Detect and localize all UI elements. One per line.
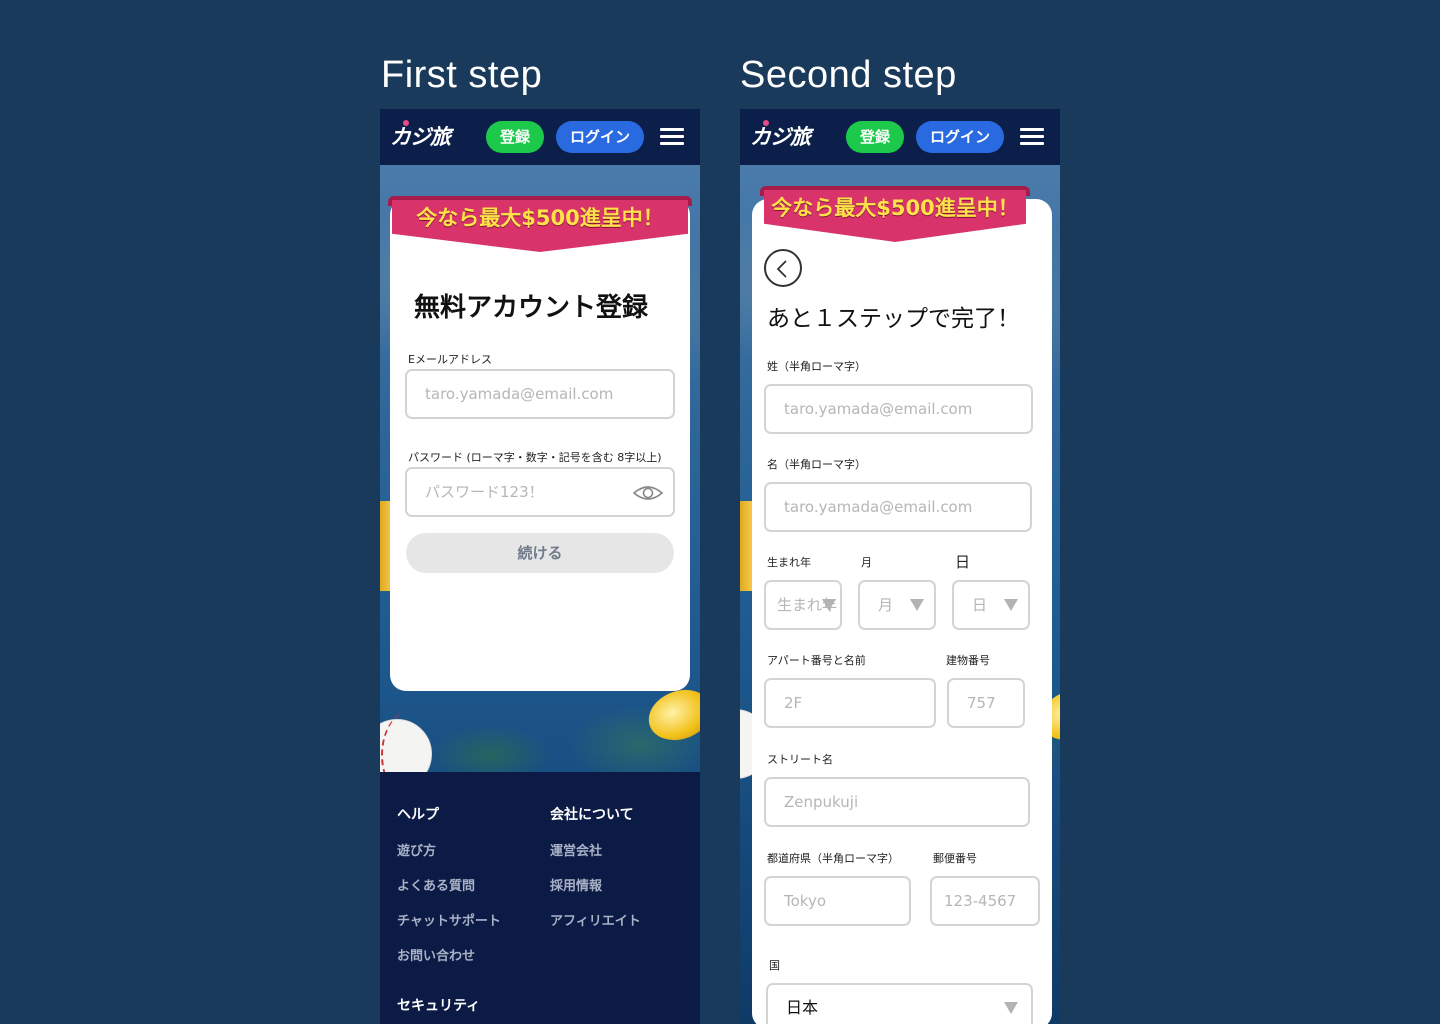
register-button[interactable]: 登録 (486, 121, 544, 153)
footer-link-how-to-play[interactable]: 遊び方 (397, 840, 436, 859)
logo-text: カジ旅 (390, 124, 451, 149)
logo[interactable]: カジ旅 (750, 120, 811, 151)
page-title: あと１ステップで完了！ (767, 306, 1020, 332)
footer-link-careers[interactable]: 採用情報 (550, 875, 602, 894)
postal-code-label: 郵便番号 (933, 852, 977, 865)
apartment-field[interactable]: 2F (764, 678, 936, 728)
chevron-down-icon (1004, 1002, 1018, 1014)
footer-link-affiliate[interactable]: アフィリエイト (550, 910, 641, 929)
continue-button[interactable]: 続ける (406, 533, 674, 573)
month-placeholder: 月 (878, 596, 894, 614)
apartment-label: アパート番号と名前 (767, 654, 866, 667)
last-name-field[interactable]: taro.yamada@email.com (764, 384, 1033, 434)
first-name-field[interactable]: taro.yamada@email.com (764, 482, 1032, 532)
footer-link-faq[interactable]: よくある質問 (397, 875, 475, 894)
first-name-label: 名（半角ローマ字） (767, 458, 866, 471)
password-placeholder: パスワード123！ (425, 483, 544, 501)
month-label: 月 (861, 556, 872, 569)
footer-security-heading: セキュリティ (397, 998, 481, 1014)
register-button[interactable]: 登録 (846, 121, 904, 153)
promo-banner: 今なら最大$500進呈中！ (388, 196, 692, 252)
chevron-down-icon (1004, 599, 1018, 611)
street-field[interactable]: Zenpukuji (764, 777, 1030, 827)
chevron-down-icon (822, 599, 836, 611)
month-select[interactable]: 月 (858, 580, 936, 630)
site-footer: ヘルプ 遊び方 よくある質問 チャットサポート お問い合わせ 会社について 運営… (380, 772, 700, 1024)
app-header: カジ旅 登録 ログイン (740, 109, 1060, 165)
last-name-label: 姓（半角ローマ字） (767, 360, 866, 373)
logo-dot-icon (763, 120, 769, 126)
footer-link-operator[interactable]: 運営会社 (550, 840, 602, 859)
postal-code-field[interactable]: 123-4567 (930, 876, 1040, 926)
promo-banner: 今なら最大$500進呈中！ (760, 186, 1030, 242)
country-value: 日本 (786, 998, 819, 1017)
login-button[interactable]: ログイン (556, 121, 644, 153)
footer-link-chat-support[interactable]: チャットサポート (397, 910, 501, 929)
password-field[interactable]: パスワード123！ (405, 467, 675, 517)
first-step-screen: カジ旅 登録 ログイン 無料アカウント登録 Eメールアドレス taro.yama… (380, 109, 700, 1024)
chevron-down-icon (910, 599, 924, 611)
day-placeholder: 日 (972, 596, 988, 614)
street-label: ストリート名 (767, 753, 833, 766)
prefecture-label: 都道府県（半角ローマ字） (767, 852, 899, 865)
signup-details-card: あと１ステップで完了！ 姓（半角ローマ字） taro.yamada@email.… (752, 199, 1052, 1024)
promo-banner-text: 今なら最大$500進呈中！ (771, 196, 1019, 220)
logo-dot-icon (403, 120, 409, 126)
building-number-field[interactable]: 757 (947, 678, 1025, 728)
footer-link-contact[interactable]: お問い合わせ (397, 945, 475, 964)
password-label: パスワード (ローマ字・数字・記号を含む 8字以上) (408, 451, 662, 464)
second-step-screen: カジ旅 登録 ログイン あと１ステップで完了！ 姓（半角ローマ字） taro.y… (740, 109, 1060, 1024)
country-select[interactable]: 日本 (766, 983, 1033, 1024)
back-button[interactable] (764, 249, 802, 287)
promo-banner-text: 今なら最大$500進呈中！ (416, 206, 664, 230)
footer-help-heading: ヘルプ (397, 807, 439, 823)
hamburger-menu-icon[interactable] (1020, 128, 1044, 146)
chevron-left-icon (776, 260, 787, 278)
app-header: カジ旅 登録 ログイン (380, 109, 700, 165)
birth-year-select[interactable]: 生まれ年 (764, 580, 842, 630)
country-label: 国 (769, 959, 780, 972)
page-title: 無料アカウント登録 (414, 293, 649, 323)
logo-text: カジ旅 (750, 124, 811, 149)
birth-year-label: 生まれ年 (767, 556, 811, 569)
day-label: 日 (955, 553, 971, 571)
day-select[interactable]: 日 (952, 580, 1030, 630)
prefecture-field[interactable]: Tokyo (764, 876, 911, 926)
building-label: 建物番号 (946, 654, 990, 667)
logo[interactable]: カジ旅 (390, 120, 451, 151)
login-button[interactable]: ログイン (916, 121, 1004, 153)
signup-card: 無料アカウント登録 Eメールアドレス taro.yamada@email.com… (390, 199, 690, 691)
email-label: Eメールアドレス (408, 353, 492, 366)
gold-decoration (740, 501, 752, 591)
footer-company-heading: 会社について (550, 807, 634, 823)
email-field[interactable]: taro.yamada@email.com (405, 369, 675, 419)
hamburger-menu-icon[interactable] (660, 128, 684, 146)
second-step-title: Second step (740, 54, 957, 96)
first-step-title: First step (381, 54, 543, 96)
eye-icon[interactable] (633, 483, 663, 503)
